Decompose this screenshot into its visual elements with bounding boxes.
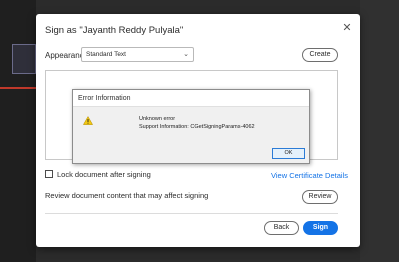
background-app-panel-right (360, 0, 399, 262)
background-app-panel (0, 0, 36, 262)
background-highlight-line (0, 87, 36, 89)
lock-document-row[interactable]: Lock document after signing (45, 170, 151, 179)
view-certificate-link[interactable]: View Certificate Details (271, 171, 348, 180)
back-button[interactable]: Back (264, 221, 299, 235)
background-document-thumbnail (12, 44, 36, 74)
error-message-line2: Support Information: CGetSigningParams-4… (139, 124, 255, 130)
error-message-line1: Unknown error (139, 116, 176, 122)
error-message: Unknown error Support Information: CGetS… (139, 115, 255, 131)
footer-divider (45, 213, 338, 214)
ok-button[interactable]: OK (272, 148, 305, 159)
chevron-down-icon: ⌄ (183, 51, 189, 58)
lock-document-checkbox[interactable] (45, 170, 53, 178)
appearance-value: Standard Text (86, 51, 126, 58)
review-button[interactable]: Review (302, 190, 338, 204)
create-button[interactable]: Create (302, 48, 338, 62)
sign-button[interactable]: Sign (303, 221, 338, 235)
dialog-title: Sign as "Jayanth Reddy Pulyala" (45, 25, 184, 36)
error-dialog: Error Information Unknown error Support … (72, 89, 310, 164)
warning-icon (83, 116, 93, 125)
appearance-select[interactable]: Standard Text ⌄ (81, 47, 194, 62)
close-icon[interactable]: ✕ (341, 22, 353, 34)
error-title: Error Information (78, 95, 131, 102)
lock-document-label: Lock document after signing (57, 170, 151, 179)
error-titlebar: Error Information (73, 90, 309, 107)
review-description: Review document content that may affect … (45, 191, 209, 200)
